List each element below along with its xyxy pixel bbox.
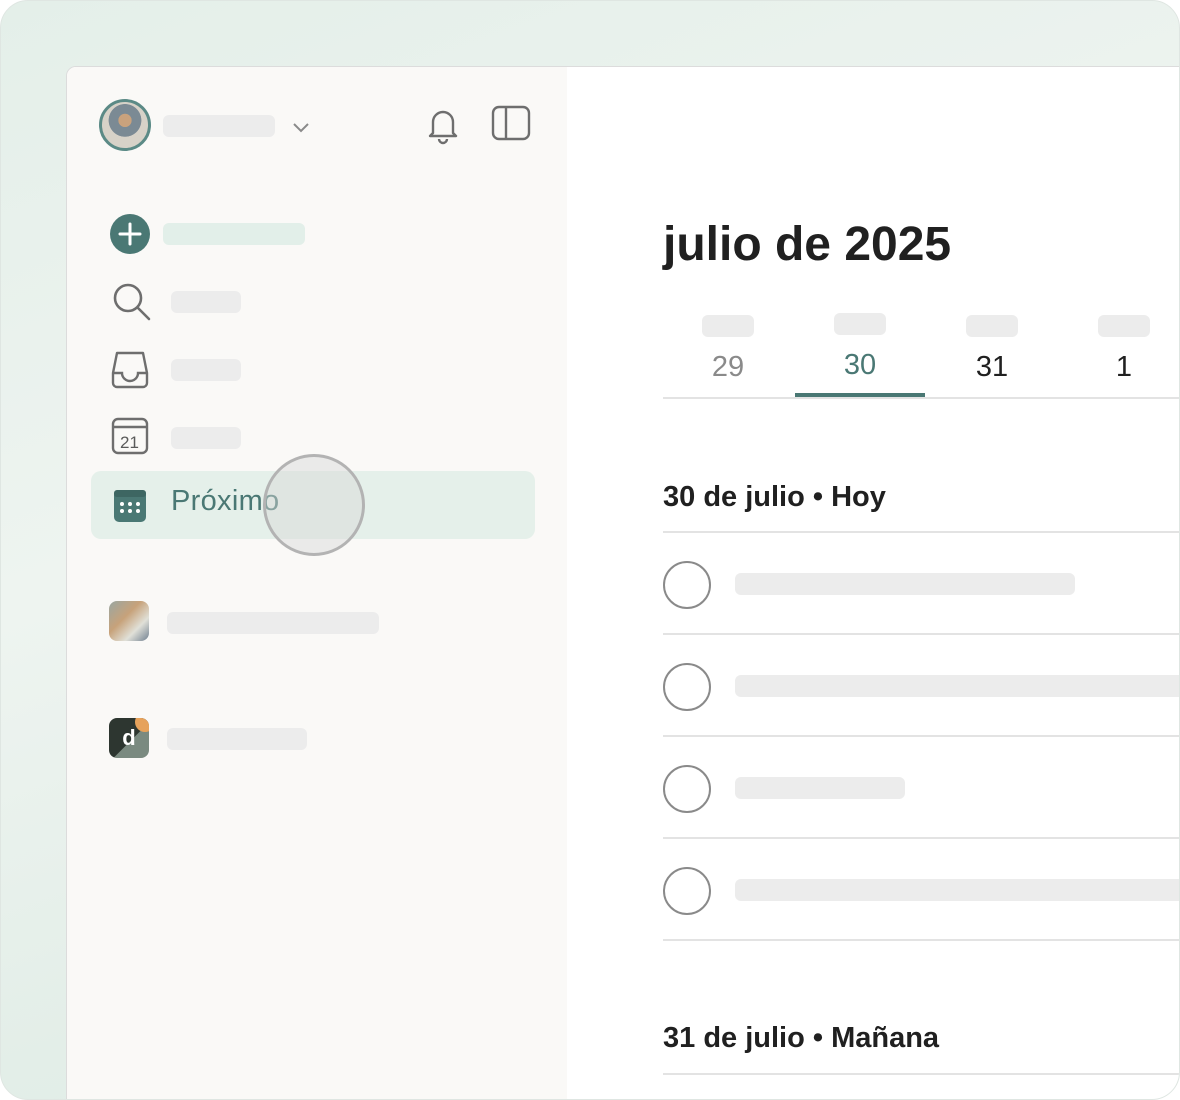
bell-icon[interactable] bbox=[425, 105, 461, 145]
app-window: 21 Próximo d julio de 2025 29 30 31 1 30… bbox=[66, 66, 1179, 1099]
day-number: 30 bbox=[843, 349, 877, 381]
task-checkbox[interactable] bbox=[663, 765, 711, 813]
day-31[interactable]: 31 bbox=[927, 315, 1057, 384]
task-row[interactable] bbox=[663, 837, 1179, 939]
user-avatar[interactable] bbox=[99, 99, 151, 151]
day-strip-divider bbox=[663, 397, 1179, 399]
active-day-underline bbox=[795, 393, 925, 397]
inbox-icon[interactable] bbox=[109, 349, 151, 391]
user-name-placeholder[interactable] bbox=[163, 115, 275, 137]
task-row[interactable] bbox=[663, 633, 1179, 735]
cursor-indicator bbox=[263, 454, 365, 556]
sidebar: 21 Próximo d bbox=[67, 67, 567, 1099]
main-content: julio de 2025 29 30 31 1 30 de julio • H… bbox=[567, 67, 1179, 1099]
month-title: julio de 2025 bbox=[663, 218, 952, 271]
project-avatar[interactable] bbox=[109, 601, 149, 641]
inbox-label-placeholder[interactable] bbox=[171, 359, 241, 381]
task-title-placeholder[interactable] bbox=[735, 573, 1075, 595]
weekday-placeholder bbox=[966, 315, 1018, 337]
task-checkbox[interactable] bbox=[663, 561, 711, 609]
add-task-label-placeholder[interactable] bbox=[163, 223, 305, 245]
day-number: 31 bbox=[975, 351, 1009, 383]
section-title-today: 30 de julio • Hoy bbox=[663, 481, 886, 513]
weekday-placeholder bbox=[834, 313, 886, 335]
project-label-placeholder[interactable] bbox=[167, 612, 379, 634]
section-title-tomorrow: 31 de julio • Mañana bbox=[663, 1022, 940, 1054]
today-label-placeholder[interactable] bbox=[171, 427, 241, 449]
task-title-placeholder[interactable] bbox=[735, 777, 905, 799]
day-29[interactable]: 29 bbox=[663, 315, 793, 384]
workspace-label-placeholder[interactable] bbox=[167, 728, 307, 750]
task-title-placeholder[interactable] bbox=[735, 675, 1179, 697]
task-list-divider bbox=[663, 939, 1179, 941]
day-30[interactable]: 30 bbox=[795, 313, 925, 382]
task-row[interactable] bbox=[663, 531, 1179, 633]
section-divider bbox=[663, 1073, 1179, 1075]
sidebar-toggle-icon[interactable] bbox=[491, 105, 531, 141]
search-label-placeholder[interactable] bbox=[171, 291, 241, 313]
workspace-logo-letter: d bbox=[122, 725, 136, 750]
day-number: 29 bbox=[711, 351, 745, 383]
workspace-logo[interactable]: d bbox=[109, 718, 149, 758]
task-row[interactable] bbox=[663, 735, 1179, 837]
today-icon-day: 21 bbox=[120, 433, 139, 452]
weekday-placeholder bbox=[1098, 315, 1150, 337]
add-task-icon[interactable] bbox=[109, 213, 151, 255]
weekday-placeholder bbox=[702, 315, 754, 337]
task-checkbox[interactable] bbox=[663, 663, 711, 711]
day-number: 1 bbox=[1115, 351, 1133, 383]
search-icon[interactable] bbox=[111, 281, 153, 323]
app-frame: 21 Próximo d julio de 2025 29 30 31 1 30… bbox=[0, 0, 1180, 1100]
chevron-down-icon[interactable] bbox=[289, 115, 313, 139]
task-checkbox[interactable] bbox=[663, 867, 711, 915]
task-title-placeholder[interactable] bbox=[735, 879, 1179, 901]
upcoming-calendar-icon bbox=[114, 490, 146, 522]
day-1[interactable]: 1 bbox=[1059, 315, 1179, 384]
